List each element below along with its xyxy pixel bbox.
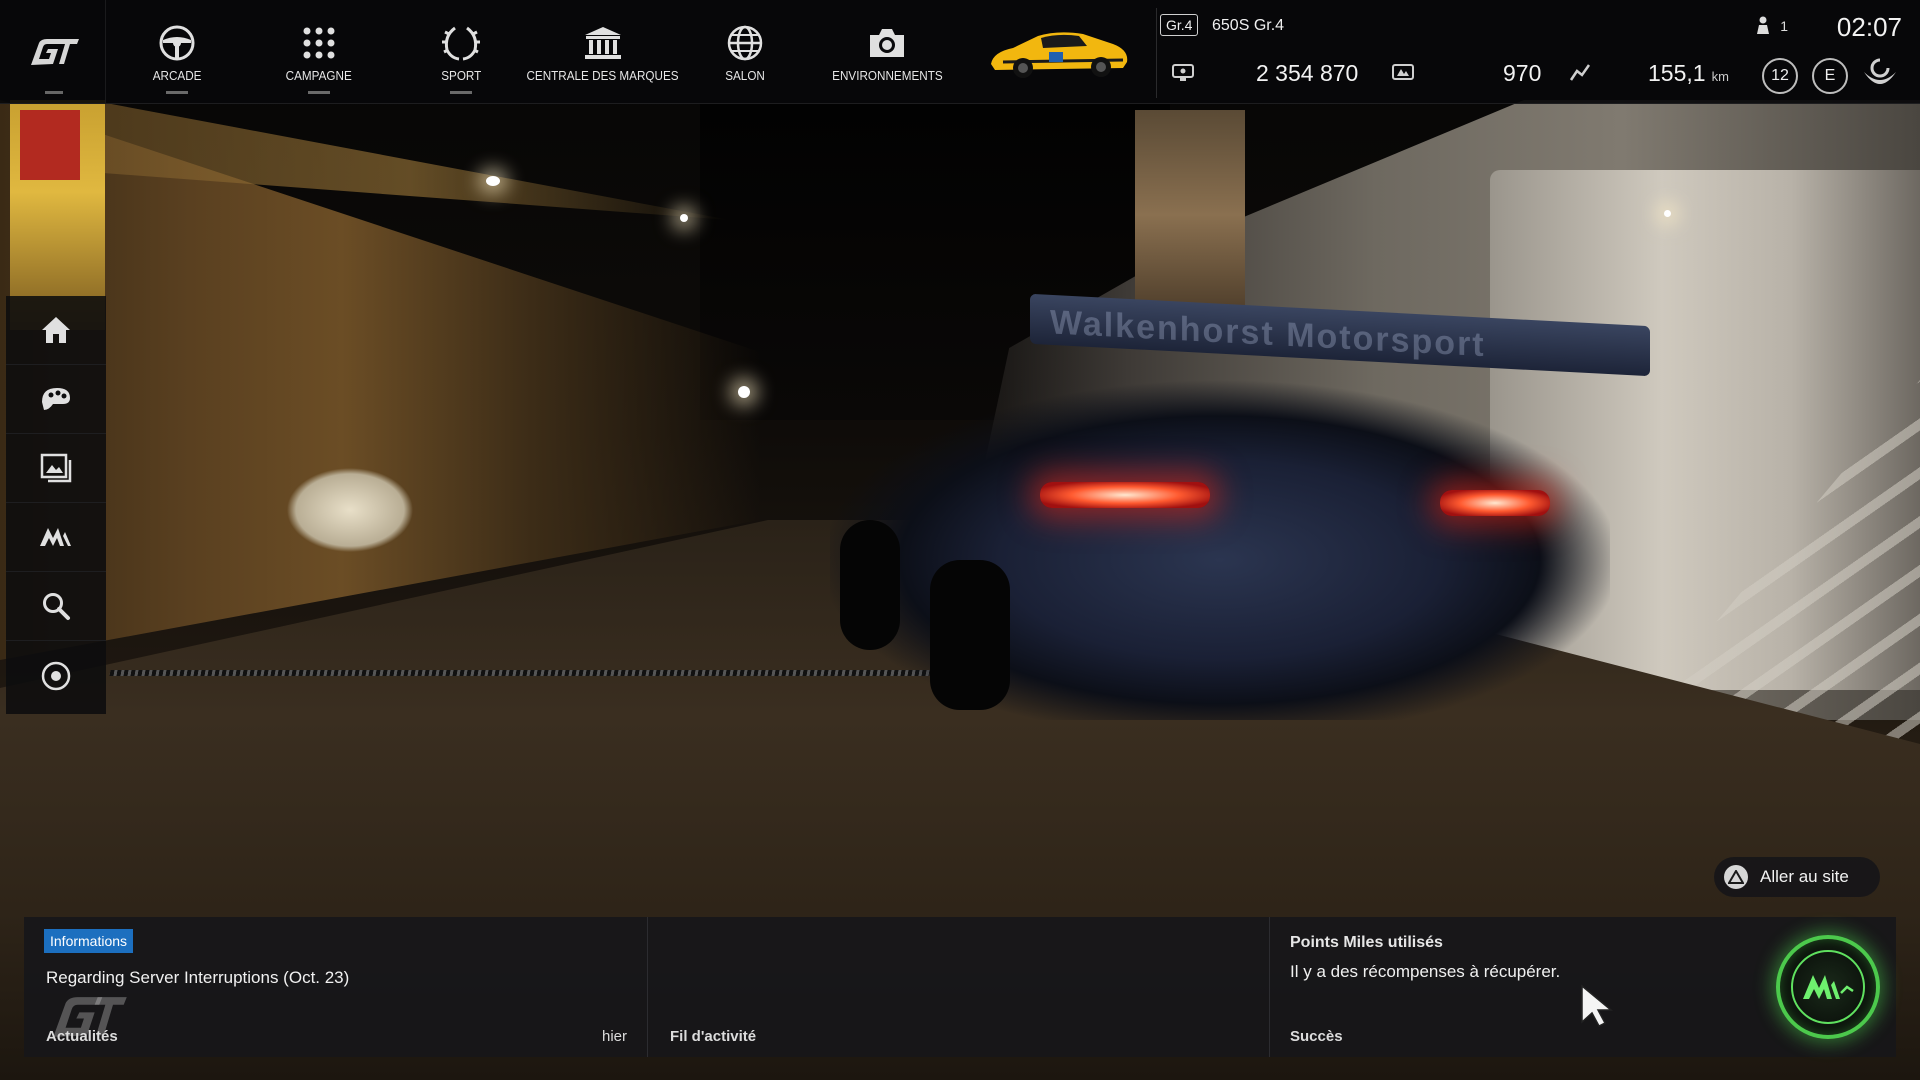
taillight-left: [1040, 482, 1210, 508]
rating-badge[interactable]: E: [1812, 58, 1848, 94]
wheel-left: [840, 520, 900, 650]
news-card[interactable]: Informations Regarding Server Interrupti…: [24, 917, 648, 1057]
car-thumbnail-icon: [991, 32, 1128, 78]
go-to-site-label: Aller au site: [1760, 867, 1849, 886]
sidebar-item-options[interactable]: [6, 641, 106, 710]
nav-centrale-des-marques[interactable]: CENTRALE DES MARQUES: [527, 0, 679, 104]
sidebar-item-mileage[interactable]: [6, 503, 106, 572]
globe-icon: [724, 24, 766, 62]
quick-menu-sidebar: [6, 296, 106, 714]
logo-underline: [45, 91, 63, 94]
miles-badge[interactable]: [1776, 935, 1880, 1039]
search-icon: [43, 593, 70, 620]
news-footer-label: Actualités: [46, 1028, 118, 1045]
wheel-rear: [930, 560, 1010, 710]
light-1: [486, 176, 500, 186]
nav-campagne-underline: [308, 91, 330, 94]
nav-campagne[interactable]: CAMPAGNE: [248, 0, 390, 104]
friends-count: 1: [1780, 18, 1788, 34]
steering-wheel-icon: [156, 24, 198, 62]
nav-sport-label: SPORT: [440, 68, 482, 83]
gt-logo-icon: [30, 39, 79, 65]
pointer-cursor: [1580, 984, 1614, 1033]
dot-grid-icon: [298, 24, 340, 62]
manners-rating-icon[interactable]: [1860, 56, 1900, 101]
activity-feed-label: Fil d'activité: [670, 1028, 757, 1045]
distance-number: 155,1: [1648, 60, 1706, 86]
news-title: Regarding Server Interruptions (Oct. 23): [46, 968, 350, 987]
nav-arcade-label: ARCADE: [152, 68, 202, 83]
nav-environnements-label: ENVIRONNEMENTS: [831, 68, 943, 83]
status-area: Gr.4 650S Gr.4 1 02:07 2 354 870 970 155…: [1156, 0, 1920, 104]
mileage-icon: [40, 528, 71, 546]
options-icon: [41, 661, 71, 690]
nav-arcade[interactable]: ARCADE: [106, 0, 248, 104]
level-badge[interactable]: 12: [1762, 58, 1798, 94]
clock: 02:07: [1836, 12, 1902, 42]
nav-environnements[interactable]: ENVIRONNEMENTS: [816, 0, 958, 104]
distance-unit: km: [1711, 69, 1729, 84]
sidebar-item-gallery[interactable]: [6, 434, 106, 503]
home-icon: [42, 317, 70, 343]
camera-icon: [866, 24, 908, 62]
driver-poster: [1135, 110, 1245, 320]
drain-grate: [109, 670, 931, 676]
nav-salon[interactable]: SALON: [674, 0, 816, 104]
mileage-badge-icon: [1803, 975, 1854, 999]
nav-campagne-label: CAMPAGNE: [285, 68, 353, 83]
sidebar-item-home[interactable]: [6, 296, 106, 365]
sidebar-item-livery[interactable]: [6, 365, 106, 434]
mileage-points-icon: [1390, 62, 1416, 84]
friends-icon[interactable]: [1756, 16, 1770, 39]
light-4: [1664, 210, 1671, 217]
taillight-right: [1440, 490, 1550, 516]
go-to-site-button[interactable]: Aller au site: [1714, 857, 1880, 897]
credits-icon: [1170, 62, 1196, 84]
sidebar-item-search[interactable]: [6, 572, 106, 641]
distance-value: 155,1 km: [1648, 60, 1729, 87]
nav-sport-underline: [450, 91, 472, 94]
current-car-thumbnail[interactable]: [958, 0, 1158, 104]
miles-title: Points Miles utilisés: [1290, 934, 1443, 951]
laurel-icon: [440, 24, 482, 62]
top-bar: ARCADE CAMPAGNE SPORT CENTRALE DES MARQU…: [0, 0, 1920, 104]
car-class-badge: Gr.4: [1160, 14, 1199, 36]
nav-centrale-label: CENTRALE DES MARQUES: [526, 68, 680, 83]
nav-arcade-underline: [166, 91, 188, 94]
nav-salon-label: SALON: [725, 68, 765, 83]
news-tag: Informations: [44, 929, 134, 953]
museum-icon: [582, 24, 624, 62]
credits-value: 2 354 870: [1256, 60, 1359, 86]
banner-left-logo: [20, 110, 80, 180]
scooter: [240, 400, 460, 590]
status-divider: [1156, 8, 1157, 98]
gallery-icon: [40, 453, 72, 483]
gt-logo-button[interactable]: [0, 0, 106, 104]
triangle-button-icon: [1724, 865, 1748, 889]
palette-helmet-icon: [42, 388, 70, 410]
light-3: [680, 214, 688, 222]
cursor-arrow-icon: [1581, 984, 1614, 1027]
bottom-info-panel: Informations Regarding Server Interrupti…: [24, 917, 1896, 1057]
activity-feed-card[interactable]: Fil d'activité: [648, 917, 1270, 1057]
mileage-points-value: 970: [1503, 60, 1542, 86]
stats-row: 2 354 870 970 155,1 km: [1158, 56, 1920, 96]
main-nav: ARCADE CAMPAGNE SPORT CENTRALE DES MARQU…: [106, 0, 958, 104]
news-time: hier: [601, 1028, 627, 1045]
distance-icon: [1568, 62, 1594, 84]
light-2: [738, 386, 750, 398]
miles-subtitle: Il y a des récompenses à récupérer.: [1290, 962, 1561, 981]
nav-sport[interactable]: SPORT: [390, 0, 532, 104]
achievements-label: Succès: [1290, 1028, 1343, 1045]
miles-badge-ring: [1791, 950, 1865, 1024]
car-name: 650S Gr.4: [1212, 17, 1285, 34]
